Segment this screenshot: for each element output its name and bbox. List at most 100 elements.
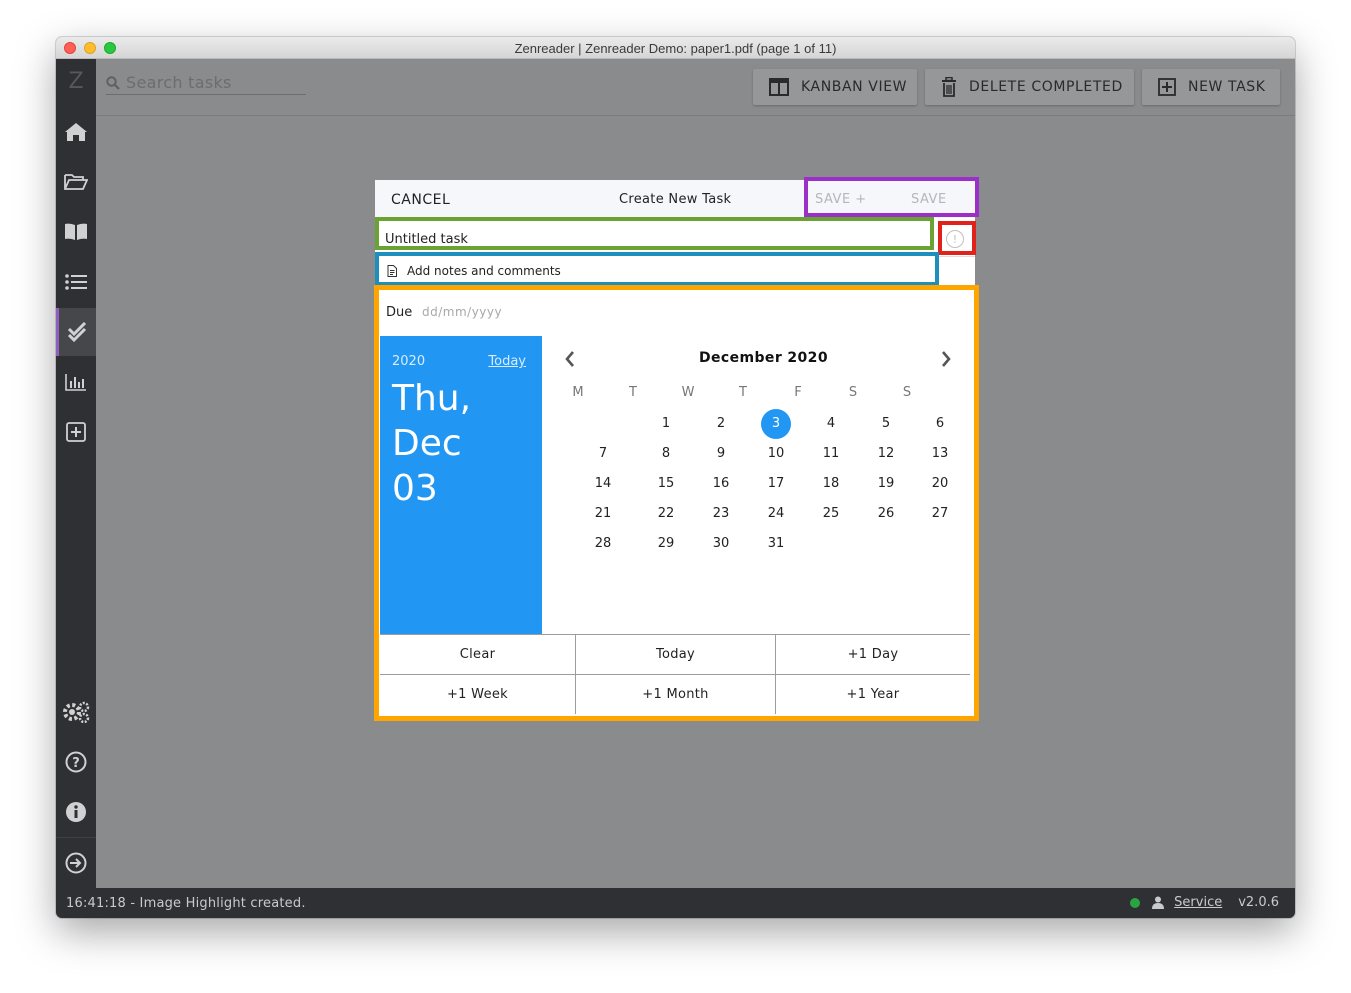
- weekday-header: W: [681, 385, 695, 400]
- chevron-left-icon: [565, 351, 574, 367]
- book-icon: [65, 223, 87, 240]
- calendar-day[interactable]: 21: [588, 499, 618, 529]
- sidebar-item-info[interactable]: [56, 788, 96, 836]
- settings-gears-icon: [63, 701, 90, 723]
- sidebar-item-settings[interactable]: [56, 688, 96, 736]
- calendar-day[interactable]: 30: [706, 529, 736, 559]
- calendar-day[interactable]: 29: [651, 529, 681, 559]
- sidebar-item-list[interactable]: [56, 258, 96, 306]
- status-right: Service v2.0.6: [1130, 895, 1279, 910]
- next-month-button[interactable]: [936, 348, 956, 370]
- sidebar-item-tasks[interactable]: [56, 308, 96, 356]
- new-task-button[interactable]: NEW TASK: [1142, 69, 1280, 105]
- weekday-header: S: [848, 385, 858, 400]
- calendar-day[interactable]: 18: [816, 469, 846, 499]
- calendar-day[interactable]: 8: [651, 439, 681, 469]
- calendar-day[interactable]: 5: [871, 409, 901, 439]
- calendar-day[interactable]: 26: [871, 499, 901, 529]
- calendar-day[interactable]: 25: [816, 499, 846, 529]
- chevron-right-icon: [942, 351, 951, 367]
- sidebar-item-files[interactable]: [56, 158, 96, 206]
- calendar-day[interactable]: 20: [925, 469, 955, 499]
- calendar-day[interactable]: 6: [925, 409, 955, 439]
- sidebar: Z ?: [56, 59, 96, 888]
- home-icon: [65, 123, 87, 141]
- calendar-day[interactable]: 17: [761, 469, 791, 499]
- sidebar-item-library[interactable]: [56, 208, 96, 256]
- weekday-header: F: [794, 385, 802, 400]
- selected-date-panel: 2020 Today Thu, Dec 03: [380, 336, 542, 634]
- delete-completed-button[interactable]: DELETE COMPLETED: [925, 69, 1134, 105]
- status-message: 16:41:18 - Image Highlight created.: [66, 896, 306, 911]
- search-icon: [106, 75, 120, 90]
- selected-month: Dec: [392, 423, 462, 464]
- calendar-day[interactable]: 12: [871, 439, 901, 469]
- sidebar-item-help[interactable]: ?: [56, 738, 96, 786]
- kanban-view-button[interactable]: KANBAN VIEW: [753, 69, 917, 105]
- due-date-input[interactable]: dd/mm/yyyy: [422, 305, 502, 319]
- plus-square-icon: [1158, 78, 1176, 96]
- app-logo: Z: [68, 69, 84, 94]
- title-bar: Zenreader | Zenreader Demo: paper1.pdf (…: [56, 37, 1295, 59]
- cancel-button[interactable]: CANCEL: [391, 192, 450, 208]
- service-link[interactable]: Service: [1174, 895, 1222, 910]
- selected-date-display: Thu, Dec 03: [392, 376, 471, 511]
- selected-weekday: Thu,: [392, 378, 472, 419]
- calendar-day[interactable]: 4: [816, 409, 846, 439]
- task-title-input[interactable]: Untitled task: [385, 232, 468, 247]
- prev-month-button[interactable]: [560, 348, 580, 370]
- folder-open-icon: [64, 174, 88, 190]
- trash-icon: [942, 77, 956, 97]
- notes-side-panel: [938, 256, 975, 286]
- selected-day: 03: [392, 468, 438, 509]
- quick-date-button[interactable]: +1 Year: [775, 674, 970, 714]
- version-label: v2.0.6: [1238, 895, 1279, 910]
- calendar-day[interactable]: 24: [761, 499, 791, 529]
- calendar-day[interactable]: 7: [588, 439, 618, 469]
- calendar-day[interactable]: 2: [706, 409, 736, 439]
- user-icon: [1152, 896, 1165, 909]
- calendar-day[interactable]: 10: [761, 439, 791, 469]
- search-input[interactable]: Search tasks: [126, 73, 232, 92]
- sidebar-item-exit[interactable]: [56, 839, 96, 887]
- sidebar-item-stats[interactable]: [56, 358, 96, 406]
- calendar-day-selected[interactable]: 3: [761, 409, 791, 439]
- notes-field[interactable]: Add notes and comments: [387, 264, 561, 278]
- calendar-day[interactable]: 22: [651, 499, 681, 529]
- plus-square-icon: [66, 422, 86, 442]
- quick-date-button[interactable]: +1 Month: [575, 674, 775, 714]
- calendar-day[interactable]: 13: [925, 439, 955, 469]
- calendar-day[interactable]: 28: [588, 529, 618, 559]
- calendar-day[interactable]: 9: [706, 439, 736, 469]
- calendar-day[interactable]: 19: [871, 469, 901, 499]
- save-button[interactable]: SAVE: [911, 192, 947, 207]
- calendar-day[interactable]: 15: [651, 469, 681, 499]
- create-task-dialog: CANCEL Create New Task SAVE + SAVE Untit…: [375, 180, 975, 717]
- calendar-day[interactable]: 27: [925, 499, 955, 529]
- search-box[interactable]: Search tasks: [106, 71, 306, 95]
- calendar-day[interactable]: 1: [651, 409, 681, 439]
- quick-date-button[interactable]: Today: [575, 634, 775, 674]
- document-icon: [387, 265, 397, 277]
- list-icon: [65, 274, 87, 290]
- calendar-day[interactable]: 31: [761, 529, 791, 559]
- calendar-day[interactable]: 11: [816, 439, 846, 469]
- sidebar-item-home[interactable]: [56, 108, 96, 156]
- calendar-day[interactable]: 14: [588, 469, 618, 499]
- today-link[interactable]: Today: [488, 354, 526, 369]
- sidebar-item-add[interactable]: [56, 408, 96, 456]
- quick-date-button[interactable]: +1 Week: [380, 674, 575, 714]
- alert-icon[interactable]: !: [946, 230, 964, 248]
- connection-indicator: [1130, 897, 1141, 908]
- calendar-day[interactable]: 23: [706, 499, 736, 529]
- calendar-day[interactable]: 16: [706, 469, 736, 499]
- calendar-month-label: December 2020: [699, 350, 828, 366]
- quick-date-button[interactable]: Clear: [380, 634, 575, 674]
- selected-year[interactable]: 2020: [392, 354, 425, 369]
- notes-placeholder: Add notes and comments: [407, 264, 561, 278]
- chart-icon: [65, 374, 86, 391]
- svg-text:?: ?: [72, 756, 80, 771]
- due-label: Due: [386, 305, 413, 320]
- save-plus-button[interactable]: SAVE +: [815, 192, 867, 207]
- quick-date-button[interactable]: +1 Day: [775, 634, 970, 674]
